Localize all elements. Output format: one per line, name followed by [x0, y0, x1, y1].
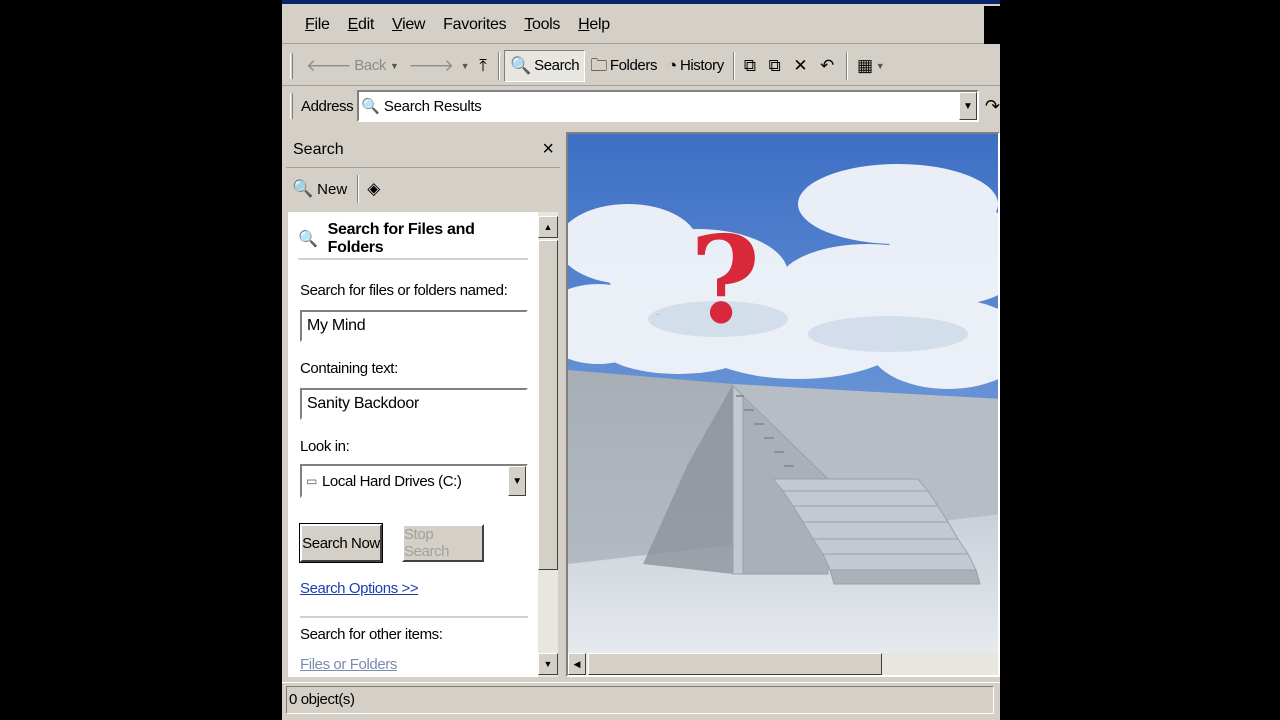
search-pane-header: Search × — [286, 132, 560, 168]
address-value: Search Results — [383, 97, 482, 115]
views-button[interactable]: ▦ ▼ — [852, 50, 889, 82]
scroll-up-button[interactable]: ▲ — [538, 216, 558, 238]
toolbar-separator — [846, 51, 849, 80]
results-view: ? ◀ — [566, 132, 1000, 677]
section-title: 🔍 Search for Files and Folders — [298, 220, 528, 260]
history-button[interactable]: ◔ History — [662, 50, 729, 82]
close-icon[interactable]: × — [542, 138, 554, 161]
filename-input[interactable]: My Mind — [300, 310, 528, 342]
views-grid-icon: ▦ — [857, 56, 873, 75]
title-bar-edge — [282, 0, 1000, 4]
search-pane-toolbar: 🔍 New ◈ — [286, 168, 560, 210]
search-now-button[interactable]: Search Now — [299, 523, 383, 563]
history-icon: ◔ — [667, 56, 677, 75]
search-options-link[interactable]: Search Options >> — [300, 580, 419, 597]
search-files-icon: 🔍 — [298, 231, 318, 248]
delete-button[interactable]: ✕ — [788, 50, 815, 82]
scroll-down-button[interactable]: ▼ — [538, 653, 558, 675]
up-folder-button[interactable]: ⤒ — [474, 50, 494, 82]
move-to-icon: ⧉ — [743, 56, 756, 75]
search-pane-title: Search — [293, 140, 344, 158]
folders-icon: 🗀 — [590, 56, 607, 75]
search-pane-scrollbar[interactable]: ▲ ▼ — [538, 212, 558, 677]
address-bar: Address 🔍 Search Results ▼ ↷ — [282, 86, 1000, 126]
menu-favorites[interactable]: Favorites — [434, 16, 515, 34]
menu-view[interactable]: View — [383, 16, 434, 34]
standard-toolbar: 🡐 Back ▼ 🡒 ▼ ⤒ 🔍 Search 🗀 Folders ◔ Hist… — [282, 46, 1000, 86]
name-label: Search for files or folders named: — [300, 282, 508, 299]
question-mark-icon: ? — [690, 210, 760, 351]
menu-file[interactable]: File — [296, 16, 339, 34]
address-label: Address — [300, 97, 354, 115]
toolbar-separator — [357, 175, 360, 203]
look-in-dropdown-button[interactable]: ▼ — [508, 466, 526, 496]
address-dropdown-button[interactable]: ▼ — [958, 92, 977, 120]
search-pane: Search × 🔍 New ◈ 🔍 Search for Files and … — [286, 132, 560, 677]
containing-text-input[interactable]: Sanity Backdoor — [300, 388, 528, 420]
chevron-down-icon[interactable]: ▼ — [461, 61, 470, 71]
look-in-select[interactable]: ▭ Local Hard Drives (C:) ▼ — [300, 464, 528, 498]
toolbar-grip[interactable] — [290, 52, 293, 79]
search-results-icon: 🔍 — [361, 98, 380, 115]
menu-edit[interactable]: Edit — [339, 16, 383, 34]
toolbar-separator — [498, 51, 501, 80]
menu-bar: File Edit View Favorites Tools Help — [282, 6, 1000, 44]
other-items-label: Search for other items: — [300, 626, 443, 643]
results-horizontal-scrollbar[interactable]: ◀ — [568, 653, 998, 675]
divider — [300, 616, 528, 618]
go-arrow-icon[interactable]: ↷ — [985, 96, 1000, 117]
status-text: 0 object(s) — [286, 685, 994, 714]
scroll-left-button[interactable]: ◀ — [568, 653, 586, 675]
up-folder-icon: ⤒ — [479, 56, 487, 75]
menu-tools[interactable]: Tools — [515, 16, 569, 34]
delete-icon: ✕ — [793, 56, 808, 75]
chevron-down-icon[interactable]: ▼ — [876, 61, 885, 71]
search-globe-icon: 🔍 — [510, 56, 532, 75]
folders-button[interactable]: 🗀 Folders — [585, 50, 662, 82]
look-in-label: Look in: — [300, 438, 350, 455]
question-mark-staircase-image: ? — [568, 134, 998, 653]
forward-button[interactable]: 🡒 ▼ — [403, 50, 474, 82]
new-search-button[interactable]: 🔍 New — [292, 179, 347, 199]
files-or-folders-link[interactable]: Files or Folders — [300, 656, 397, 673]
copy-to-icon: ⧉ — [768, 56, 781, 75]
windows-logo — [984, 6, 1000, 44]
move-to-button[interactable]: ⧉ — [739, 50, 764, 82]
horizontal-scroll-thumb[interactable] — [588, 653, 882, 675]
undo-button[interactable]: ↶ — [815, 50, 842, 82]
explorer-window: File Edit View Favorites Tools Help 🡐 Ba… — [282, 0, 1000, 720]
stop-search-button[interactable]: Stop Search — [402, 524, 484, 562]
back-button[interactable]: 🡐 Back ▼ — [301, 50, 403, 82]
new-search-icon: 🔍 — [292, 179, 314, 198]
search-form: 🔍 Search for Files and Folders Search fo… — [288, 212, 538, 677]
forward-arrow-icon: 🡒 — [408, 56, 454, 75]
scroll-thumb[interactable] — [538, 240, 558, 570]
menu-help[interactable]: Help — [569, 16, 619, 34]
addressbar-grip[interactable] — [290, 93, 293, 119]
help-book-icon[interactable]: ◈ — [367, 179, 380, 199]
search-button[interactable]: 🔍 Search — [504, 49, 586, 82]
containing-text-label: Containing text: — [300, 360, 398, 377]
status-bar: 0 object(s) — [282, 682, 1000, 716]
hard-drive-icon: ▭ — [306, 474, 317, 488]
back-arrow-icon: 🡐 — [306, 56, 352, 75]
address-input[interactable]: 🔍 Search Results ▼ — [357, 90, 979, 122]
undo-icon: ↶ — [820, 56, 835, 75]
chevron-down-icon[interactable]: ▼ — [390, 61, 399, 71]
toolbar-separator — [732, 51, 735, 80]
copy-to-button[interactable]: ⧉ — [764, 50, 789, 82]
